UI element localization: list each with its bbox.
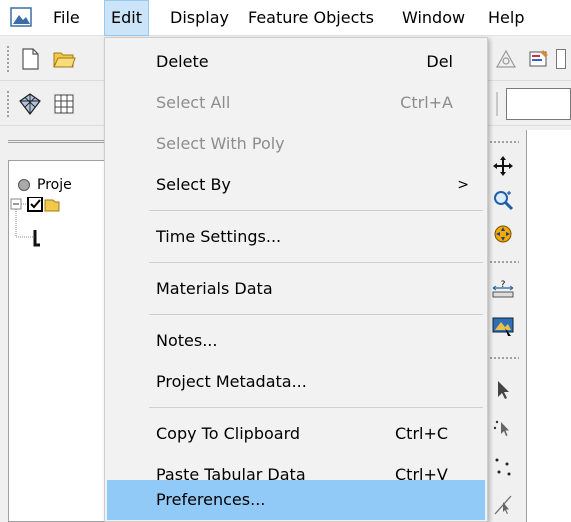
frame-image-icon[interactable]	[491, 314, 515, 338]
toolbar-separator	[496, 92, 498, 116]
menu-item-label: Project Metadata...	[156, 372, 307, 391]
menu-item-copy-to-clipboard[interactable]: Copy To Clipboard Ctrl+C	[105, 412, 487, 456]
tool-palette: ?	[482, 130, 526, 522]
measure-icon[interactable]: ?	[491, 276, 515, 300]
app-icon	[10, 7, 32, 27]
menu-item-shortcut: Ctrl+A	[400, 93, 453, 112]
menu-item-label: Time Settings...	[156, 227, 282, 246]
toolbar-grip[interactable]	[6, 45, 10, 73]
toolbar-input-field[interactable]	[506, 88, 571, 120]
menu-item-label: Delete	[156, 52, 209, 71]
menu-separator	[149, 262, 483, 263]
menu-item-materials-data[interactable]: Materials Data	[105, 267, 487, 311]
properties-icon[interactable]	[527, 47, 551, 71]
select-line-icon[interactable]	[491, 492, 515, 516]
menu-item-notes[interactable]: Notes...	[105, 319, 487, 363]
pan-icon[interactable]	[491, 154, 515, 178]
menu-item-label: Select With Poly	[156, 134, 285, 153]
menu-item-preferences[interactable]: Preferences...	[107, 480, 485, 520]
menu-bar: File Edit Display Feature Objects Window…	[0, 0, 571, 36]
project-explorer: Proje	[8, 160, 108, 522]
menu-item-delete[interactable]: Delete Del	[105, 40, 487, 84]
tree-panel-header	[0, 128, 108, 160]
menu-item-select-with-poly[interactable]: Select With Poly	[105, 122, 487, 166]
select-arrow-icon[interactable]	[491, 378, 515, 402]
menu-feature-objects[interactable]: Feature Objects	[242, 0, 380, 36]
open-folder-icon[interactable]	[52, 47, 76, 71]
menu-edit[interactable]: Edit	[104, 0, 149, 36]
new-file-icon[interactable]	[18, 47, 42, 71]
project-node-icon	[18, 179, 30, 191]
toolbar-grip[interactable]	[6, 90, 10, 118]
menu-item-select-by[interactable]: Select By >	[105, 163, 487, 207]
partial-toolbar-icon[interactable]	[556, 49, 566, 69]
menu-file[interactable]: File	[47, 0, 86, 36]
menu-item-label: Select By	[156, 175, 231, 194]
rotate-icon[interactable]	[491, 222, 515, 246]
edit-menu-dropdown: Delete Del Select All Ctrl+A Select With…	[104, 37, 488, 522]
palette-grip[interactable]	[489, 140, 519, 144]
transform-tool-icon[interactable]	[494, 47, 518, 71]
menu-item-label: Preferences...	[156, 490, 266, 509]
menu-display[interactable]: Display	[164, 0, 235, 36]
palette-grip[interactable]	[489, 356, 519, 360]
grid-icon[interactable]	[52, 92, 76, 116]
zoom-icon[interactable]	[491, 188, 515, 212]
panel-splitter[interactable]	[8, 140, 104, 143]
submenu-arrow-icon: >	[457, 177, 469, 193]
tree-structure	[10, 197, 60, 247]
select-nodes-icon[interactable]	[491, 454, 515, 478]
tree-root-label: Proje	[37, 177, 72, 193]
menu-item-label: Select All	[156, 93, 231, 112]
menu-item-label: Notes...	[156, 331, 218, 350]
mesh-3d-icon[interactable]	[18, 92, 42, 116]
menu-item-shortcut: Ctrl+C	[395, 424, 449, 443]
select-point-icon[interactable]	[491, 416, 515, 440]
menu-item-shortcut: Del	[426, 52, 453, 71]
graphics-window[interactable]	[526, 130, 571, 522]
menu-item-select-all[interactable]: Select All Ctrl+A	[105, 81, 487, 125]
menu-help[interactable]: Help	[482, 0, 530, 36]
menu-separator	[149, 210, 483, 211]
menu-item-project-metadata[interactable]: Project Metadata...	[105, 360, 487, 404]
menu-separator	[149, 407, 483, 408]
menu-window[interactable]: Window	[396, 0, 471, 36]
menu-separator	[149, 314, 483, 315]
menu-item-label: Materials Data	[156, 279, 273, 298]
menu-item-time-settings[interactable]: Time Settings...	[105, 215, 487, 259]
palette-grip[interactable]	[489, 260, 519, 264]
menu-item-label: Copy To Clipboard	[156, 424, 301, 443]
